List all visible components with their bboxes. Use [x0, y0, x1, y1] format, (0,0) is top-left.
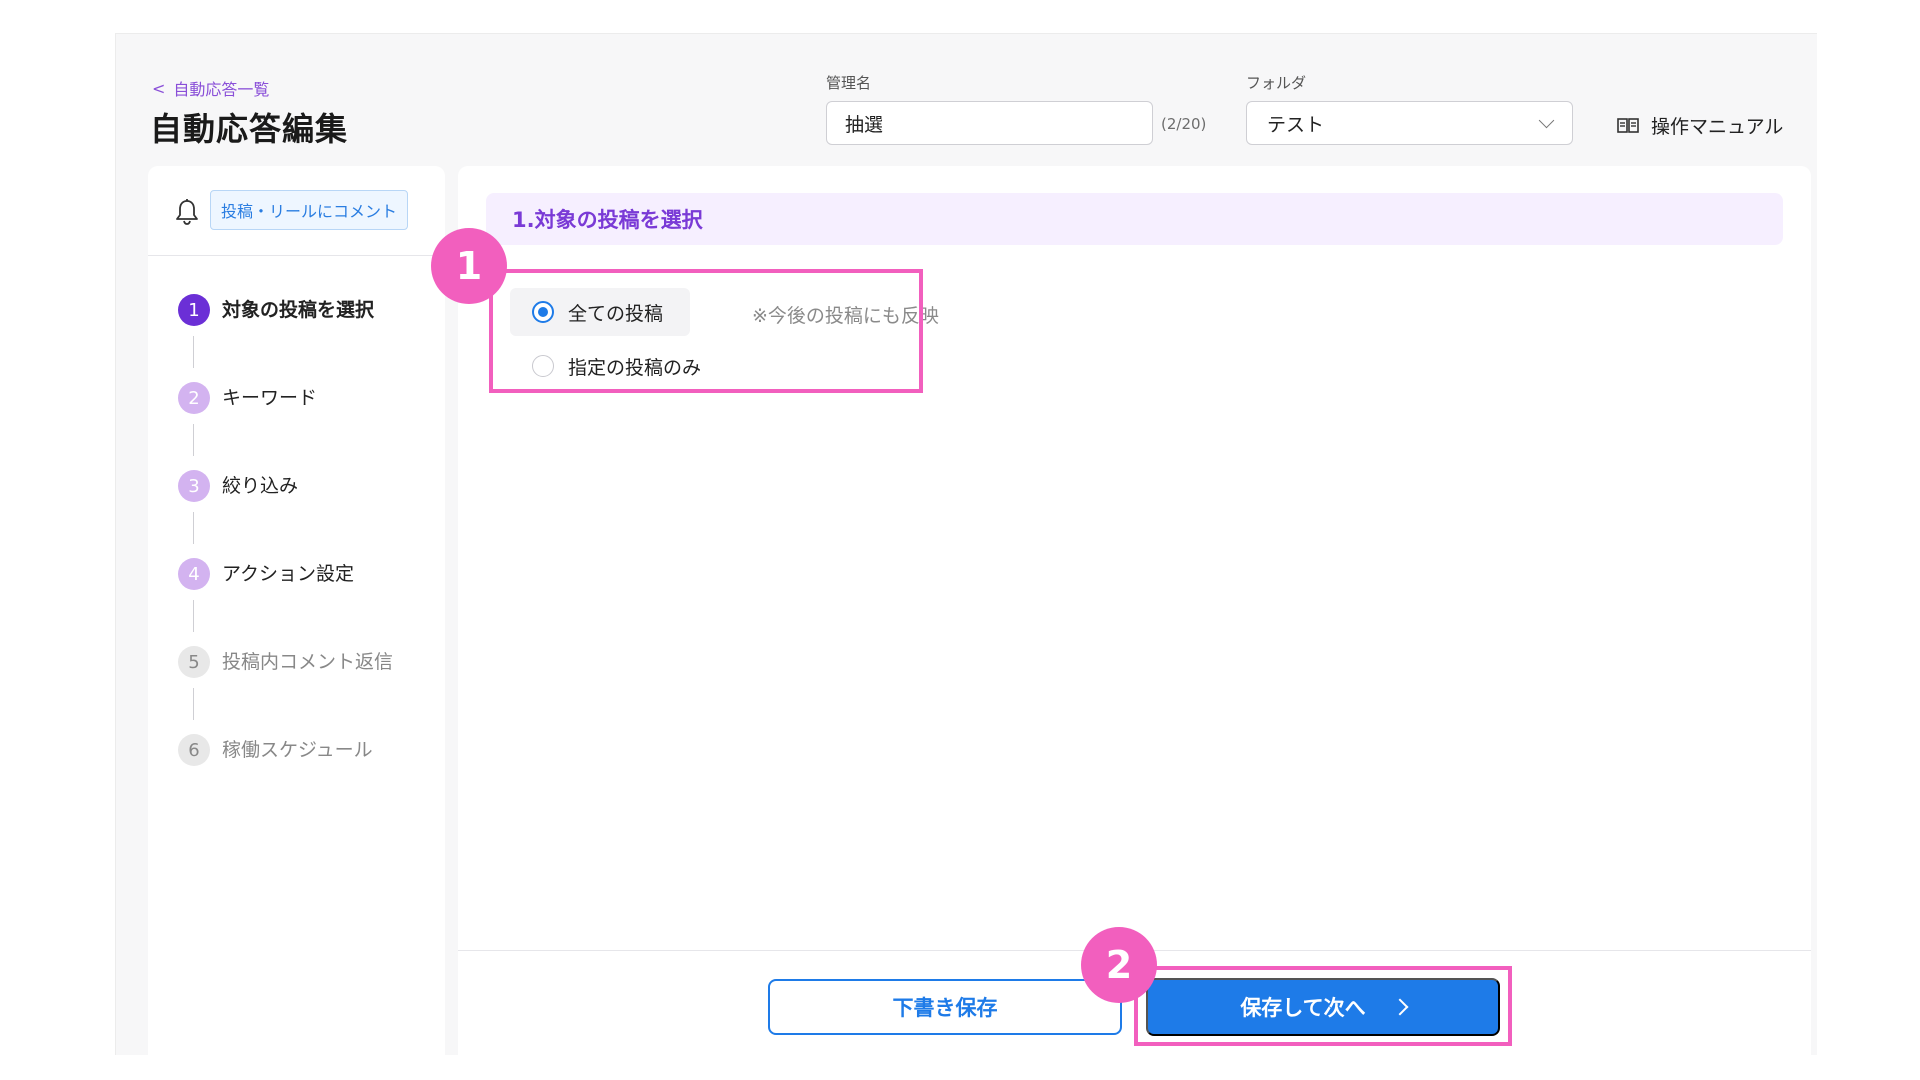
folder-select[interactable]: テスト	[1246, 101, 1573, 145]
name-label: 管理名	[826, 74, 872, 92]
step-connector	[193, 600, 194, 632]
step-number: 2	[178, 382, 210, 414]
manual-link[interactable]: 操作マニュアル	[1617, 112, 1783, 139]
step-label: 投稿内コメント返信	[222, 651, 394, 673]
section-title: 1.対象の投稿を選択	[486, 193, 1783, 245]
step-6[interactable]: 6 稼働スケジュール	[178, 734, 393, 822]
book-icon	[1617, 117, 1639, 133]
step-5[interactable]: 5 投稿内コメント返信	[178, 646, 393, 734]
step-sidebar: 投稿・リールにコメント 1 対象の投稿を選択 2 キーワード 3 絞り込み 4 …	[148, 166, 445, 1055]
manual-link-label: 操作マニュアル	[1651, 116, 1784, 138]
step-number: 3	[178, 470, 210, 502]
step-label: 対象の投稿を選択	[222, 299, 375, 321]
annotation-box-2	[1134, 966, 1512, 1046]
step-label: アクション設定	[222, 563, 355, 585]
name-counter: (2/20)	[1161, 115, 1207, 133]
back-link-label: 自動応答一覧	[173, 80, 270, 99]
step-label: 稼働スケジュール	[222, 739, 373, 761]
step-4[interactable]: 4 アクション設定	[178, 558, 393, 646]
step-3[interactable]: 3 絞り込み	[178, 470, 393, 558]
save-draft-button[interactable]: 下書き保存	[768, 979, 1122, 1035]
step-number: 6	[178, 734, 210, 766]
folder-label: フォルダ	[1246, 74, 1307, 92]
back-link[interactable]: < 自動応答一覧	[152, 76, 269, 100]
step-number: 1	[178, 294, 210, 326]
step-connector	[193, 424, 194, 456]
step-label: 絞り込み	[222, 475, 299, 497]
page-title: 自動応答編集	[150, 110, 349, 148]
annotation-box-1	[489, 269, 923, 393]
step-number: 5	[178, 646, 210, 678]
name-input[interactable]	[826, 101, 1153, 145]
annotation-badge-2: 2	[1081, 927, 1157, 1003]
bell-icon	[176, 199, 198, 225]
step-1[interactable]: 1 対象の投稿を選択	[178, 294, 393, 382]
step-connector	[193, 512, 194, 544]
chevron-down-icon	[1538, 112, 1555, 128]
step-connector	[193, 336, 194, 368]
step-connector	[193, 688, 194, 720]
step-2[interactable]: 2 キーワード	[178, 382, 393, 470]
chevron-left-icon: <	[152, 78, 166, 98]
step-list: 1 対象の投稿を選択 2 キーワード 3 絞り込み 4 アクション設定 5 投稿…	[178, 294, 393, 822]
folder-select-value: テスト	[1267, 113, 1325, 136]
step-label: キーワード	[222, 387, 318, 409]
step-number: 4	[178, 558, 210, 590]
trigger-row: 投稿・リールにコメント	[148, 166, 445, 256]
annotation-badge-1: 1	[431, 228, 507, 304]
trigger-badge: 投稿・リールにコメント	[210, 190, 409, 230]
